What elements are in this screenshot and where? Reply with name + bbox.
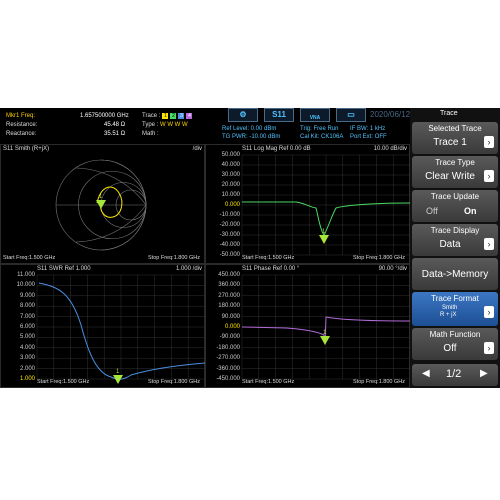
math-function-value: Off	[443, 343, 457, 354]
logmag-panel[interactable]: S11 Log Mag Ref 0.00 dB 10.00 dB/div 50.…	[205, 144, 411, 264]
vna-label: VNA	[309, 115, 321, 121]
logmag-footer: Start Freq:1.500 GHz Stop Freq:1.800 GHz	[206, 255, 409, 263]
chevron-right-icon: ›	[484, 238, 494, 250]
data-memory-key[interactable]: Data->Memory	[412, 258, 498, 290]
phase-marker	[320, 336, 330, 345]
smith-marker	[96, 200, 106, 209]
reactance-value: 35.51 Ω	[104, 131, 126, 137]
trace-format-key[interactable]: Trace Format Smith R + jX ›	[412, 292, 498, 326]
type-values: W W W W	[160, 122, 188, 128]
chevron-right-icon[interactable]: ▶	[480, 369, 488, 379]
trace-format-value1: Smith	[442, 305, 458, 311]
chevron-right-icon: ›	[484, 306, 494, 318]
chevron-right-icon: ›	[484, 136, 494, 148]
cal-kit: Cal Kit: CK106A	[300, 134, 344, 140]
chevron-right-icon: ›	[484, 170, 494, 182]
phase-start: Start Freq:1.500 GHz	[242, 379, 295, 385]
math-function-title: Math Function	[429, 330, 481, 339]
swr-stop: Stop Freq:1.800 GHz	[148, 379, 200, 385]
trace-format-title: Trace Format	[431, 294, 479, 303]
phase-footer: Start Freq:1.500 GHz Stop Freq:1.800 GHz	[206, 379, 409, 387]
swr-footer: Start Freq:1.500 GHz Stop Freq:1.800 GHz	[1, 379, 204, 387]
phase-panel[interactable]: S11 Phase Ref 0.00 ° 90.00 °/div 450.000…	[205, 264, 411, 388]
s11-button[interactable]: S11	[264, 108, 294, 122]
selected-trace-key[interactable]: Selected Trace Trace 1 ›	[412, 122, 498, 154]
if-bw: IF BW: 1 kHz	[350, 126, 386, 132]
trace-2-box[interactable]: 2	[170, 113, 177, 119]
trace-update-title: Trace Update	[430, 192, 480, 201]
logmag-marker	[319, 235, 329, 244]
resistance-label: Resistance:	[6, 122, 38, 128]
swr-marker-label: 1	[116, 369, 120, 375]
trace-update-on[interactable]: On	[464, 207, 477, 216]
reactance-label: Reactance:	[6, 131, 37, 137]
gear-button[interactable]: ⚙	[228, 108, 258, 122]
phase-stop: Stop Freq:1.800 GHz	[353, 379, 405, 385]
tg-pwr: TG PWR: -10.00 dBm	[222, 134, 281, 140]
trace-display-key[interactable]: Trace Display Data ›	[412, 224, 498, 256]
smith-start: Start Freq:1.500 GHz	[3, 255, 56, 261]
folder-button[interactable]: ▭	[336, 108, 366, 122]
analyzer-screen: Mkr1 Freq: 1.657500000 GHz Resistance: 4…	[0, 108, 500, 388]
mkr-freq-label: Mkr1 Freq:	[6, 113, 36, 119]
swr-chart: 1	[36, 274, 206, 384]
header-bar: Mkr1 Freq: 1.657500000 GHz Resistance: 4…	[0, 108, 410, 144]
trace-4-box[interactable]: 4	[186, 113, 193, 119]
trace-label: Trace :1234	[142, 113, 193, 119]
vna-button[interactable]: VNA	[300, 108, 330, 122]
smith-panel[interactable]: S11 Smith (R+jX) /div 1 Start Freq:1.500…	[0, 144, 205, 264]
gear-icon: ⚙	[239, 110, 247, 119]
phase-marker-label: 1	[323, 330, 327, 336]
trace-1-box[interactable]: 1	[162, 113, 169, 119]
ref-level: Ref Level: 0.00 dBm	[222, 126, 277, 132]
trace-label-text: Trace :	[142, 113, 161, 119]
page-indicator: 1/2	[446, 368, 462, 380]
menu-title: Trace	[440, 110, 458, 117]
math-function-key[interactable]: Math Function Off ›	[412, 328, 498, 360]
trace-update-key[interactable]: Trace Update Off On	[412, 190, 498, 222]
folder-icon: ▭	[347, 110, 355, 119]
type-label: Type :	[142, 122, 159, 128]
data-memory-label: Data->Memory	[421, 269, 489, 280]
trace-format-value2: R + jX	[440, 312, 457, 318]
date: 2020/06/12	[370, 110, 411, 119]
swr-trace	[38, 282, 206, 380]
softkey-menu: Trace Selected Trace Trace 1 › Trace Typ…	[410, 108, 500, 388]
chevron-left-icon[interactable]: ◀	[422, 369, 430, 379]
trace-display-title: Trace Display	[430, 226, 480, 235]
logmag-stop: Stop Freq:1.800 GHz	[353, 255, 405, 261]
trace-type-value: Clear Write	[425, 171, 475, 182]
port-ext: Port Ext: OFF	[350, 134, 387, 140]
trace-3-box[interactable]: 3	[178, 113, 185, 119]
smith-stop: Stop Freq:1.800 GHz	[148, 255, 200, 261]
trace-type-key[interactable]: Trace Type Clear Write ›	[412, 156, 498, 188]
swr-start: Start Freq:1.500 GHz	[37, 379, 90, 385]
swr-panel[interactable]: S11 SWR Ref 1.000 1.000 /div 11.000 10.00…	[0, 264, 206, 388]
mkr-freq-value: 1.657500000 GHz	[80, 113, 129, 119]
math-label: Math :	[142, 131, 159, 137]
selected-trace-value: Trace 1	[433, 137, 467, 148]
logmag-chart: 1	[241, 154, 411, 256]
smith-chart: 1	[55, 159, 147, 251]
phase-chart: 1	[241, 274, 411, 380]
trig: Trig: Free Run	[300, 126, 339, 132]
trace-update-off[interactable]: Off	[426, 207, 438, 216]
trace-display-value: Data	[439, 239, 461, 250]
chevron-right-icon: ›	[484, 342, 494, 354]
logmag-start: Start Freq:1.500 GHz	[242, 255, 295, 261]
selected-trace-title: Selected Trace	[428, 124, 482, 133]
type-row: Type : W W W W	[142, 122, 188, 128]
trace-type-title: Trace Type	[435, 158, 475, 167]
smith-footer: Start Freq:1.500 GHz Stop Freq:1.800 GHz	[1, 255, 204, 263]
resistance-value: 45.48 Ω	[104, 122, 126, 128]
page-nav: ◀ 1/2 ▶	[412, 364, 498, 386]
